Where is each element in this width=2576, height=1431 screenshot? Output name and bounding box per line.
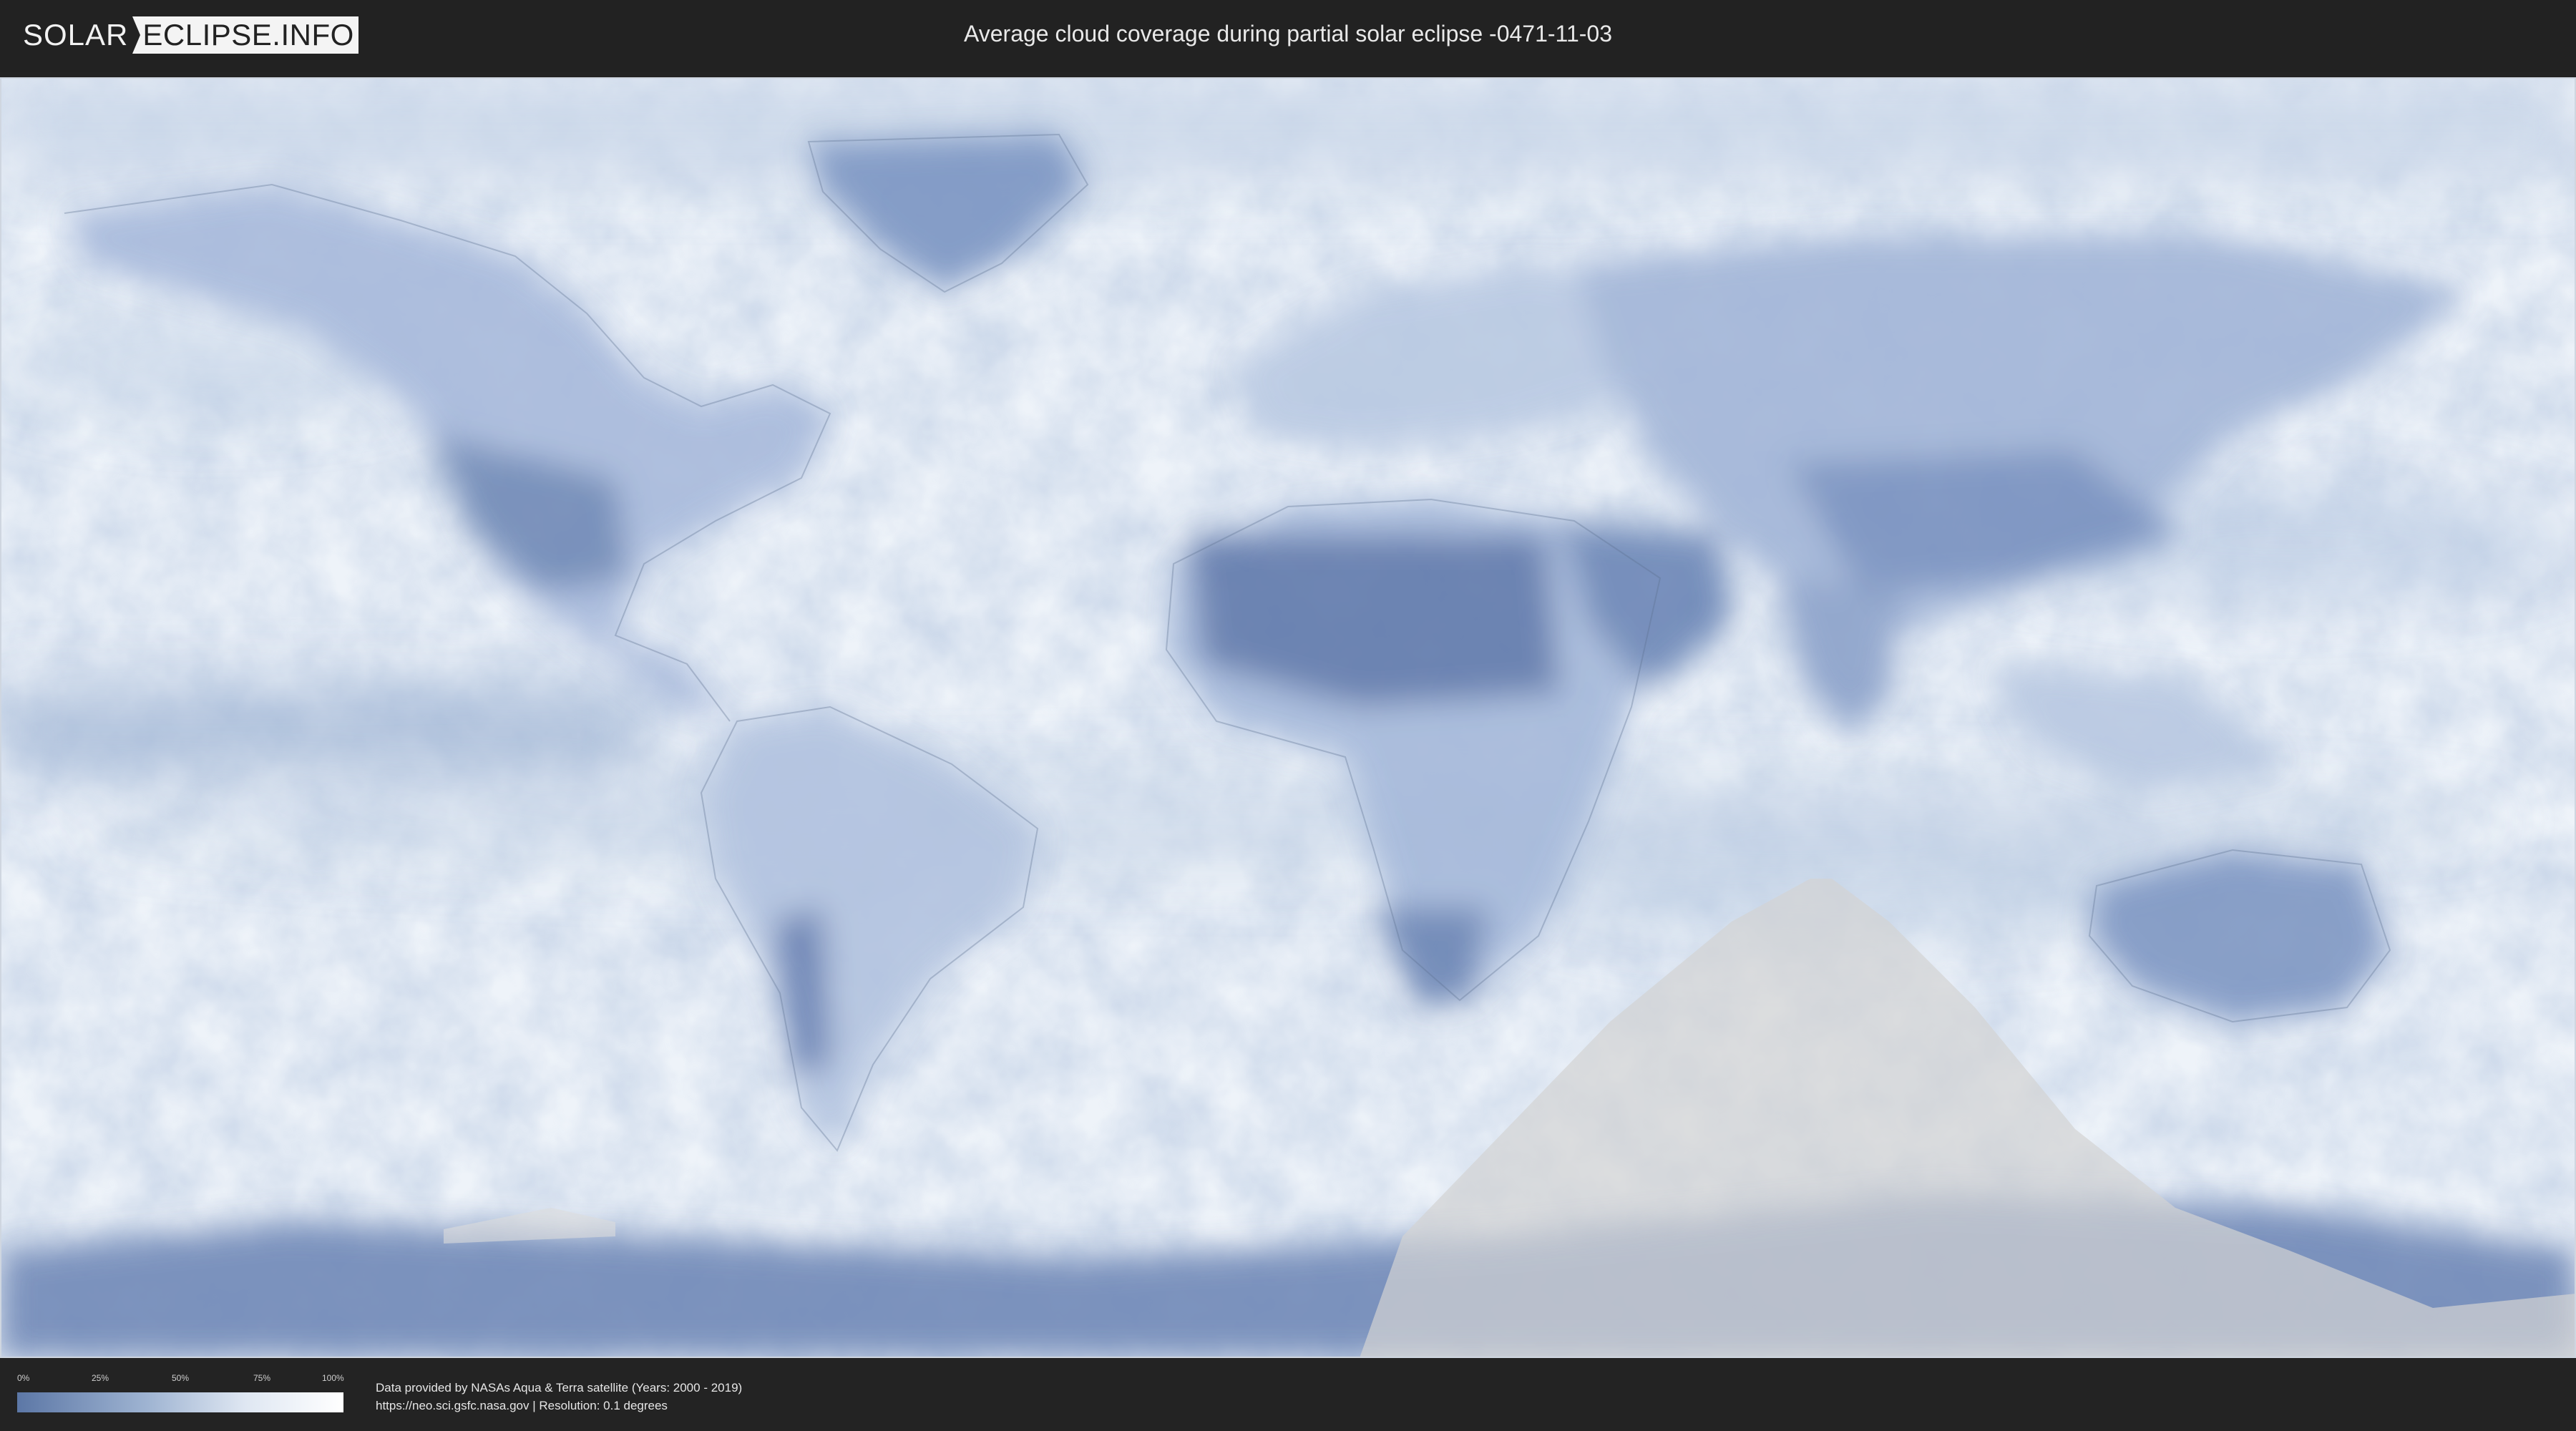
legend-tick: 0% [17,1373,30,1383]
header-bar: SOLAR ECLIPSE.INFO Average cloud coverag… [0,0,2576,72]
cloud-coverage-legend: 0% 25% 50% 75% 100% [17,1372,344,1415]
map-canvas [0,77,2576,1358]
footer-bar: 0% 25% 50% 75% 100% Data provided by NAS… [0,1359,2576,1431]
legend-tick: 50% [172,1373,190,1383]
legend-tick: 75% [253,1373,271,1383]
page-title: Average cloud coverage during partial so… [963,21,1613,47]
legend-ticks: 0% 25% 50% 75% 100% [17,1372,344,1387]
credits-source: Data provided by NASAs Aqua & Terra sate… [376,1381,743,1395]
credits-url[interactable]: https://neo.sci.gsfc.nasa.gov | Resoluti… [376,1397,742,1415]
cloud-coverage-map [0,77,2576,1358]
legend-tick: 100% [322,1373,344,1383]
legend-tick: 25% [92,1373,109,1383]
data-credits: Data provided by NASAs Aqua & Terra sate… [376,1379,742,1415]
legend-color-ramp [17,1392,343,1412]
